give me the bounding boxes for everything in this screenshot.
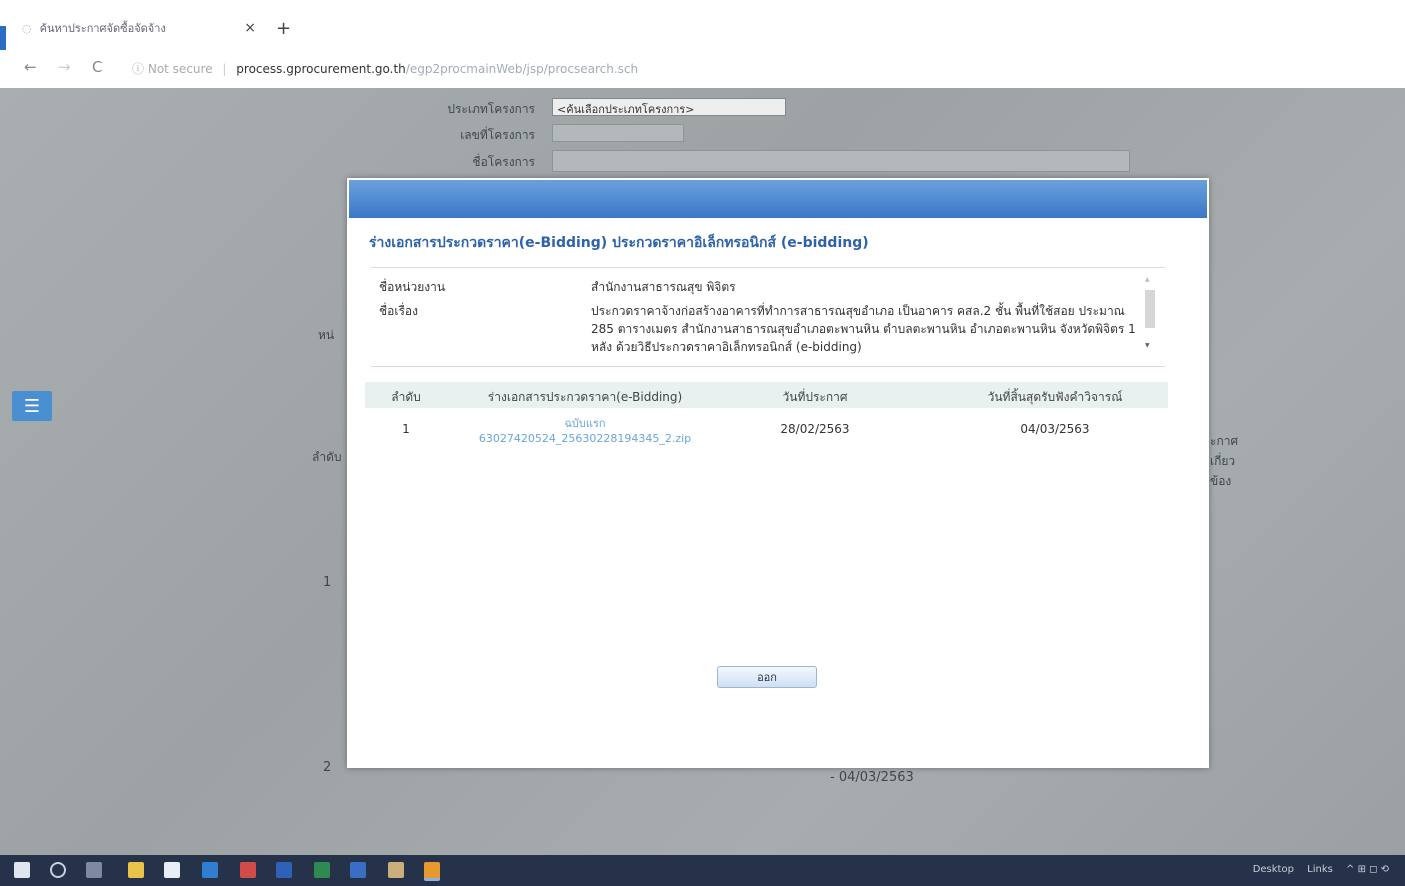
excel-icon[interactable] [314, 862, 330, 878]
browser-tab-strip: ◌ ค้นหาประกาศจัดซื้อจัดจ้าง × + [0, 0, 1405, 52]
new-tab-button[interactable]: + [276, 18, 291, 39]
project-name-label: ชื่อโครงการ [472, 155, 535, 169]
dialog-title: ร่างเอกสารประกวดราคา(e-Bidding) ประกวดรา… [369, 235, 869, 251]
subject-label: ชื่อเรื่อง [379, 304, 418, 318]
system-tray: Desktop Links ^ ⊞ ◻ ⟲ [1243, 864, 1389, 875]
column-header-order: ลำดับ [391, 390, 421, 404]
url-field[interactable]: ⓘ Not secure | process.gprocurement.go.t… [132, 60, 638, 77]
background-header-partial: ข้อง [1210, 474, 1232, 488]
pdf-app-icon[interactable] [240, 862, 256, 878]
search-icon[interactable] [50, 862, 66, 878]
divider [371, 366, 1165, 367]
column-header-end-date: วันที่สิ้นสุดรับฟังคำวิจารณ์ [987, 390, 1123, 404]
dialog-header-bar [349, 180, 1207, 218]
page-favicon-icon: ◌ [22, 21, 32, 35]
subject-value: ประกวดราคาจ้างก่อสร้างอาคารที่ทำการสาธาร… [591, 304, 1136, 354]
info-scrollbar[interactable]: ▲ ▼ [1145, 276, 1155, 350]
reload-icon[interactable]: C [92, 58, 102, 76]
table-header-row: ลำดับ ร่างเอกสารประกวดราคา(e-Bidding) วั… [365, 382, 1168, 408]
project-name-input[interactable] [552, 150, 1130, 172]
scroll-thumb[interactable] [1145, 290, 1155, 328]
background-label-partial: หน่ [318, 328, 335, 342]
project-type-label: ประเภทโครงการ [447, 102, 535, 116]
exit-button[interactable]: ออก [717, 666, 817, 688]
document-cell: ฉบับแรก 63027420524_25630228194345_2.zip [445, 414, 725, 445]
tray-icons[interactable]: ^ ⊞ ◻ ⟲ [1346, 864, 1389, 875]
word-icon[interactable] [276, 862, 292, 878]
url-path: /egp2procmainWeb/jsp/procsearch.sch [405, 62, 639, 76]
background-row-date: - 04/03/2563 [830, 770, 914, 785]
background-order-header: ลำดับ [312, 450, 342, 464]
url-separator: | [222, 62, 227, 76]
address-bar: ← → C ⓘ Not secure | process.gprocuremen… [0, 50, 1405, 89]
file-explorer-icon[interactable] [128, 862, 144, 878]
end-date: 04/03/2563 [1020, 422, 1090, 436]
document-file-link[interactable]: 63027420524_25630228194345_2.zip [445, 432, 725, 445]
hamburger-icon: ☰ [23, 395, 41, 417]
store-icon[interactable] [164, 862, 180, 878]
url-host: process.gprocurement.go.th [236, 62, 406, 76]
document-edition-link[interactable]: ฉบับแรก [445, 414, 725, 432]
tab-title: ค้นหาประกาศจัดซื้อจัดจ้าง [39, 22, 166, 35]
back-icon[interactable]: ← [24, 58, 37, 76]
project-type-select[interactable]: <ค้นเลือกประเภทโครงการ> [552, 98, 786, 116]
side-menu-button[interactable]: ☰ [12, 391, 52, 421]
mail-icon[interactable] [350, 862, 366, 878]
task-view-icon[interactable] [86, 862, 102, 878]
edge-icon[interactable] [202, 862, 218, 878]
document-dialog: ร่างเอกสารประกวดราคา(e-Bidding) ประกวดรา… [347, 178, 1209, 768]
links-toolbar-label[interactable]: Links [1307, 864, 1333, 875]
security-info-icon[interactable]: ⓘ [132, 62, 144, 76]
start-icon[interactable] [14, 862, 30, 878]
table-row: 1 ฉบับแรก 63027420524_25630228194345_2.z… [365, 408, 1168, 448]
app-icon[interactable] [388, 862, 404, 878]
project-number-input[interactable] [552, 124, 684, 142]
browser-tab[interactable]: ◌ ค้นหาประกาศจัดซื้อจัดจ้าง × [10, 12, 270, 44]
divider [371, 267, 1165, 268]
background-header-partial: ะกาศ [1210, 434, 1239, 448]
row-order: 1 [402, 422, 410, 436]
project-number-label: เลขที่โครงการ [460, 128, 535, 142]
security-label: Not secure [147, 62, 213, 76]
agency-label: ชื่อหน่วยงาน [379, 280, 446, 294]
background-header-partial: เกี่ยว [1210, 454, 1236, 468]
forward-icon[interactable]: → [58, 58, 71, 76]
desktop-toolbar-label[interactable]: Desktop [1253, 864, 1294, 875]
os-taskbar: Desktop Links ^ ⊞ ◻ ⟲ [0, 855, 1405, 886]
column-header-announce-date: วันที่ประกาศ [782, 390, 848, 404]
scroll-down-icon[interactable]: ▼ [1145, 342, 1150, 349]
tab-close-icon[interactable]: × [244, 20, 256, 36]
chrome-icon[interactable] [424, 862, 440, 881]
agency-value: สำนักงานสาธารณสุข พิจิตร [591, 280, 736, 294]
background-row-number: 1 [323, 575, 332, 590]
draft-documents-table: ลำดับ ร่างเอกสารประกวดราคา(e-Bidding) วั… [365, 382, 1168, 448]
scroll-up-icon[interactable]: ▲ [1145, 276, 1150, 283]
announce-date: 28/02/2563 [780, 422, 850, 436]
window-accent [0, 26, 6, 52]
project-info-panel: ชื่อหน่วยงาน สำนักงานสาธารณสุข พิจิตร ชื… [371, 270, 1165, 362]
column-header-document: ร่างเอกสารประกวดราคา(e-Bidding) [487, 390, 683, 404]
background-row-number: 2 [323, 760, 332, 775]
